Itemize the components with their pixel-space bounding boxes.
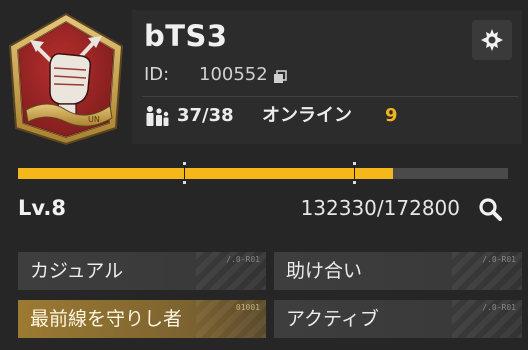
tag-code: /.0-R01 bbox=[482, 303, 516, 312]
online-count: 9 bbox=[385, 105, 398, 126]
team-emblem[interactable]: UN bbox=[4, 10, 128, 148]
copy-icon[interactable] bbox=[273, 68, 287, 90]
emblem-banner-text: UN bbox=[88, 115, 100, 124]
tag-code: 01001 bbox=[235, 303, 260, 312]
header-divider bbox=[142, 96, 518, 97]
settings-button[interactable] bbox=[472, 20, 512, 60]
xp-segment-marker bbox=[353, 162, 356, 184]
people-icon bbox=[144, 105, 170, 134]
member-count: 37/38 bbox=[177, 105, 234, 126]
tag-label: アクティブ bbox=[286, 308, 379, 330]
tag-label: 助け合い bbox=[286, 260, 363, 282]
team-name: bTS3 bbox=[144, 19, 228, 53]
id-label: ID: bbox=[144, 64, 170, 85]
tag-code: /.0-R01 bbox=[482, 255, 516, 264]
tag-code: /.0-R01 bbox=[226, 255, 260, 264]
xp-progress-bar bbox=[18, 168, 508, 179]
tag-chip[interactable]: /.0-R01 カジュアル bbox=[18, 252, 266, 290]
tag-chip[interactable]: /.0-R01 アクティブ bbox=[274, 300, 522, 338]
tag-chip[interactable]: 01001 最前線を守りし者 bbox=[18, 300, 266, 338]
search-icon bbox=[479, 198, 502, 221]
xp-segment-marker bbox=[183, 162, 186, 184]
gear-icon bbox=[481, 29, 503, 51]
id-value: 100552 bbox=[199, 64, 268, 85]
online-label: オンライン bbox=[262, 105, 352, 126]
xp-progress-fill bbox=[18, 168, 394, 179]
team-level: Lv.8 bbox=[18, 196, 66, 220]
tag-label: カジュアル bbox=[30, 260, 124, 282]
tag-label: 最前線を守りし者 bbox=[30, 308, 183, 330]
tag-chip[interactable]: /.0-R01 助け合い bbox=[274, 252, 522, 290]
search-button[interactable] bbox=[474, 194, 508, 224]
xp-value: 132330/172800 bbox=[300, 196, 460, 220]
